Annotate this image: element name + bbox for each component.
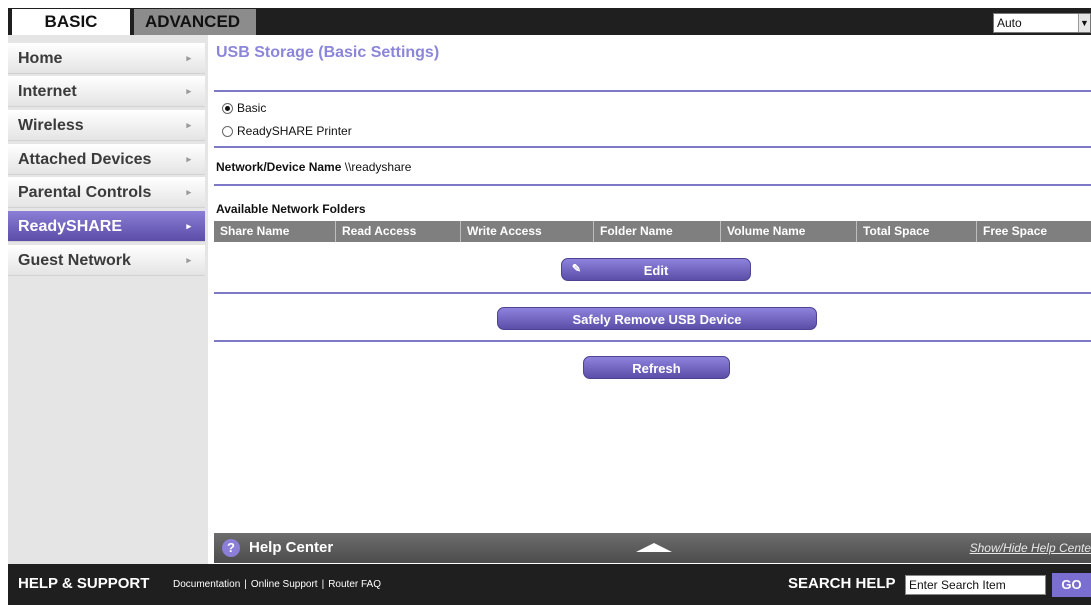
help-support-title: HELP & SUPPORT [18, 575, 150, 592]
divider [214, 184, 1091, 186]
folders-label: Available Network Folders [216, 202, 366, 216]
footer: HELP & SUPPORT Documentation | Online Supp… [8, 564, 1091, 605]
sidebar-item-home[interactable]: Home ▸ [8, 43, 205, 74]
tab-advanced[interactable]: ADVANCED [134, 9, 256, 35]
sidebar-item-label: Home [18, 50, 63, 67]
device-name-value: \\readyshare [344, 160, 412, 174]
column-share-name: Share Name [214, 221, 336, 242]
chevron-right-icon: ▸ [186, 120, 191, 130]
divider [214, 146, 1091, 148]
footer-links: Documentation | Online Support | Router FAQ [173, 579, 381, 590]
device-name-row: Network/Device Name \\readyshare [216, 160, 411, 174]
radio-printer-indicator[interactable] [222, 125, 233, 137]
chevron-right-icon: ▸ [186, 255, 191, 265]
refresh-button-label: Refresh [632, 361, 681, 376]
radio-printer-label: ReadySHARE Printer [237, 124, 352, 138]
refresh-button[interactable]: Refresh [583, 356, 730, 379]
tab-basic[interactable]: BASIC [12, 9, 130, 35]
edit-button-label: Edit [643, 263, 669, 278]
safely-remove-usb-button[interactable]: Safely Remove USB Device [497, 307, 817, 330]
folders-table-header: Share Name Read Access Write Access Fold… [214, 221, 1091, 242]
chevron-right-icon: ▸ [186, 187, 191, 197]
chevron-right-icon: ▸ [186, 53, 191, 63]
sidebar-item-internet[interactable]: Internet ▸ [8, 76, 205, 107]
language-select[interactable]: Auto ▼ [993, 13, 1091, 33]
divider [214, 340, 1091, 342]
radio-basic[interactable]: Basic [222, 101, 266, 115]
radio-basic-indicator[interactable] [222, 102, 233, 114]
sidebar-item-readyshare[interactable]: ReadySHARE ▸ [8, 211, 205, 242]
sidebar-item-label: Parental Controls [18, 184, 152, 201]
device-name-label: Network/Device Name [216, 160, 342, 174]
sidebar-item-label: Guest Network [18, 252, 131, 269]
link-router-faq[interactable]: Router FAQ [328, 579, 381, 590]
sidebar-item-guest-network[interactable]: Guest Network ▸ [8, 245, 205, 276]
chevron-down-icon[interactable]: ▼ [1078, 14, 1090, 32]
chevron-right-icon: ▸ [186, 221, 191, 231]
divider [214, 90, 1091, 92]
expand-up-icon[interactable] [636, 543, 672, 552]
column-write-access: Write Access [461, 221, 594, 242]
pencil-icon: ✎ [571, 263, 582, 275]
column-folder-name: Folder Name [594, 221, 721, 242]
radio-readyshare-printer[interactable]: ReadySHARE Printer [222, 124, 352, 138]
safely-remove-label: Safely Remove USB Device [572, 312, 742, 327]
link-online-support[interactable]: Online Support [251, 579, 318, 590]
column-total-space: Total Space [857, 221, 977, 242]
link-separator: | [244, 579, 247, 590]
divider [214, 292, 1091, 294]
sidebar-item-label: ReadySHARE [18, 218, 123, 235]
sidebar-item-attached-devices[interactable]: Attached Devices ▸ [8, 144, 205, 175]
edit-button[interactable]: ✎ Edit [561, 258, 751, 281]
help-icon[interactable]: ? [222, 539, 240, 557]
help-center-title: Help Center [249, 539, 334, 556]
chevron-right-icon: ▸ [186, 154, 191, 164]
sidebar-item-parental-controls[interactable]: Parental Controls ▸ [8, 177, 205, 208]
search-input[interactable]: Enter Search Item [905, 575, 1046, 595]
sidebar-item-label: Wireless [18, 117, 84, 134]
sidebar-item-wireless[interactable]: Wireless ▸ [8, 110, 205, 141]
column-free-space: Free Space [983, 224, 1048, 238]
column-volume-name: Volume Name [721, 221, 857, 242]
go-button[interactable]: GO [1052, 573, 1091, 597]
link-documentation[interactable]: Documentation [173, 579, 240, 590]
show-hide-help-link[interactable]: Show/Hide Help Cente [970, 541, 1091, 555]
chevron-right-icon: ▸ [186, 86, 191, 96]
help-center-bar: ? Help Center Show/Hide Help Cente [214, 533, 1091, 563]
page-title: USB Storage (Basic Settings) [216, 44, 440, 61]
sidebar-item-label: Internet [18, 83, 77, 100]
language-select-value: Auto [997, 16, 1022, 30]
search-help-label: SEARCH HELP [788, 575, 896, 592]
link-separator: | [321, 579, 325, 590]
column-read-access: Read Access [336, 221, 461, 242]
sidebar-item-label: Attached Devices [18, 151, 152, 168]
top-tab-bar: BASIC ADVANCED Auto ▼ [0, 0, 1091, 35]
radio-basic-label: Basic [237, 101, 267, 115]
